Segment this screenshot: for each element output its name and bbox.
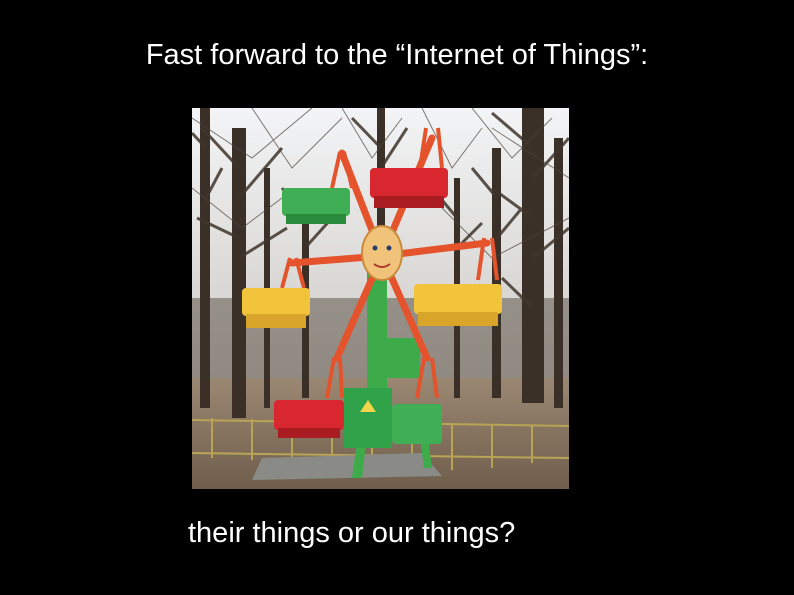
gondola-green-top — [282, 188, 350, 224]
slide-title: Fast forward to the “Internet of Things”… — [145, 39, 649, 71]
gondola-yellow-right — [414, 284, 502, 326]
slide-caption: their things or our things? — [188, 517, 516, 549]
slide: Fast forward to the “Internet of Things”… — [0, 0, 794, 595]
control-box — [344, 388, 392, 448]
gondola-red-top — [370, 168, 448, 208]
gondola-red-bottom — [274, 400, 344, 438]
gondola-yellow-left — [242, 288, 310, 328]
ferris-wheel-photo — [192, 108, 569, 489]
gondola-green-bottom — [392, 404, 442, 444]
wheel-face — [361, 225, 403, 281]
